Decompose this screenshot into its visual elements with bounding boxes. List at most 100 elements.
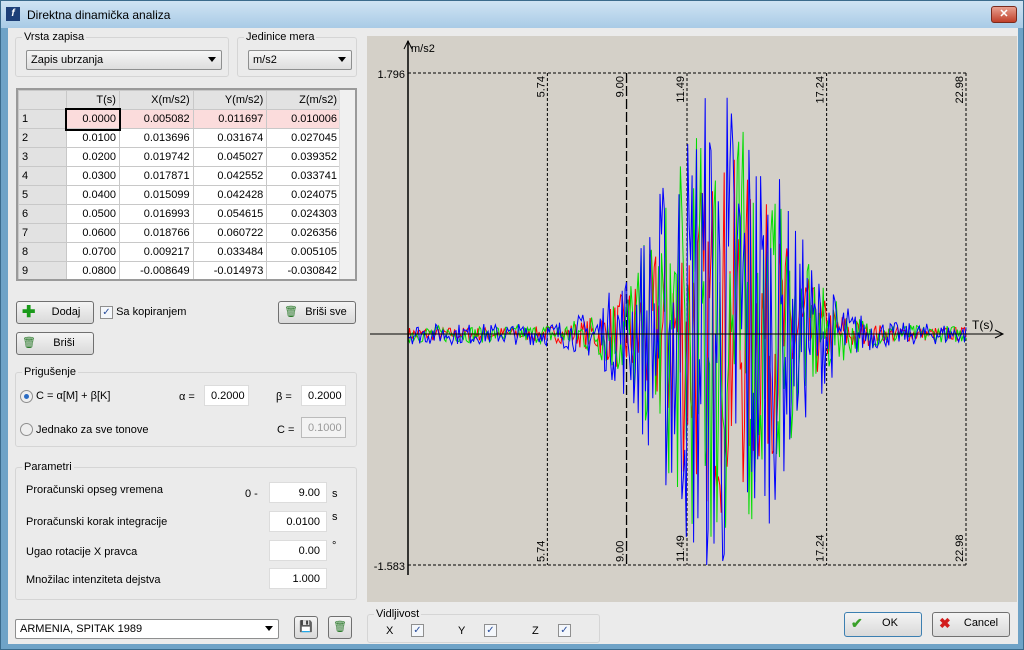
table-cell[interactable]: 0.005082	[118, 109, 194, 129]
table-cell[interactable]: 0.039352	[266, 147, 341, 167]
table-cell[interactable]: 0.033741	[266, 166, 341, 186]
alpha-input[interactable]: 0.2000	[204, 385, 249, 406]
time-range-prefix: 0 -	[245, 488, 258, 500]
rotation-label: Ugao rotacije X pravca	[26, 546, 138, 558]
save-button[interactable]: 💾	[294, 616, 318, 639]
table-row[interactable]: 8 0.0700 0.009217 0.033484 0.005105	[18, 242, 341, 262]
row-header[interactable]: 5	[18, 185, 67, 205]
row-header[interactable]: 9	[18, 261, 67, 279]
beta-input[interactable]: 0.2000	[301, 385, 346, 406]
copy-checkbox[interactable]: ✓ Sa kopiranjem	[100, 306, 186, 319]
row-header[interactable]: 4	[18, 166, 67, 186]
table-cell[interactable]: 0.005105	[266, 242, 341, 262]
table-cell[interactable]: 0.019742	[118, 147, 194, 167]
table-cell[interactable]: 0.010006	[266, 109, 341, 129]
time-marker-label-top: 22.98	[954, 76, 966, 104]
table-row[interactable]: 3 0.0200 0.019742 0.045027 0.039352	[18, 147, 341, 167]
table-cell[interactable]: 0.042428	[192, 185, 268, 205]
column-header[interactable]: X(m/s2)	[118, 90, 194, 110]
y-visible-checkbox[interactable]: ✓	[484, 624, 497, 637]
table-cell[interactable]: -0.030842	[266, 261, 341, 279]
row-header[interactable]: 1	[18, 109, 67, 129]
x-label: X	[386, 625, 394, 637]
table-cell[interactable]: 0.015099	[118, 185, 194, 205]
table-cell[interactable]: 0.024303	[266, 204, 341, 224]
time-range-input[interactable]: 9.00	[269, 482, 327, 503]
table-cell[interactable]: 0.027045	[266, 128, 341, 148]
time-marker-label-bottom: 11.49	[675, 535, 687, 562]
delete-all-button[interactable]: 🗑 Briši sve	[278, 301, 356, 324]
table-cell[interactable]: 0.017871	[118, 166, 194, 186]
dialog-window: f Direktna dinamička analiza ✕ Vrsta zap…	[0, 0, 1024, 650]
table-cell[interactable]: 0.0600	[66, 223, 120, 243]
ok-button[interactable]: ✔ OK	[844, 612, 922, 637]
time-marker-label-top: 5.74	[535, 76, 547, 97]
rotation-input[interactable]: 0.00	[269, 540, 327, 561]
table-cell[interactable]: 0.026356	[266, 223, 341, 243]
units-select[interactable]: m/s2	[248, 50, 352, 70]
rayleigh-radio[interactable]	[20, 390, 33, 403]
table-cell[interactable]: 0.0100	[66, 128, 120, 148]
delete-button[interactable]: 🗑 Briši	[16, 332, 94, 355]
table-row[interactable]: 9 0.0800 -0.008649 -0.014973 -0.030842	[18, 261, 341, 279]
table-cell[interactable]: 0.0300	[66, 166, 120, 186]
column-header[interactable]: Z(m/s2)	[266, 90, 341, 110]
table-cell[interactable]: 0.011697	[192, 109, 268, 129]
row-header[interactable]: 7	[18, 223, 67, 243]
chevron-down-icon	[338, 57, 346, 62]
column-header[interactable]: T(s)	[66, 90, 120, 110]
table-cell[interactable]: -0.014973	[192, 261, 268, 279]
table-cell[interactable]: 0.033484	[192, 242, 268, 262]
delete-record-button[interactable]: 🗑	[328, 616, 352, 639]
row-header[interactable]: 2	[18, 128, 67, 148]
table-row[interactable]: 5 0.0400 0.015099 0.042428 0.024075	[18, 185, 341, 205]
add-button[interactable]: ✚ Dodaj	[16, 301, 94, 324]
uniform-radio[interactable]	[20, 423, 33, 436]
table-cell[interactable]: 0.018766	[118, 223, 194, 243]
table-scrollbar[interactable]	[339, 90, 355, 279]
close-button[interactable]: ✕	[991, 6, 1017, 23]
table-cell[interactable]: 0.0500	[66, 204, 120, 224]
time-marker-label-top: 9.00	[615, 76, 627, 97]
column-header[interactable]: Y(m/s2)	[192, 90, 268, 110]
table-cell[interactable]: 0.045027	[192, 147, 268, 167]
table-cell[interactable]: 0.0700	[66, 242, 120, 262]
record-type-select[interactable]: Zapis ubrzanja	[26, 50, 222, 70]
z-visible-checkbox[interactable]: ✓	[558, 624, 571, 637]
table-cell[interactable]: 0.009217	[118, 242, 194, 262]
table-row[interactable]: 2 0.0100 0.013696 0.031674 0.027045	[18, 128, 341, 148]
table-row[interactable]: 7 0.0600 0.018766 0.060722 0.026356	[18, 223, 341, 243]
x-icon: ✖	[939, 615, 951, 631]
table-cell[interactable]: 0.031674	[192, 128, 268, 148]
table-cell[interactable]: 0.0400	[66, 185, 120, 205]
record-select[interactable]: ARMENIA, SPITAK 1989	[15, 619, 279, 639]
column-header[interactable]	[18, 90, 67, 110]
row-header[interactable]: 3	[18, 147, 67, 167]
chart-area: 1.796 -1.583 5.74 5.74 9.00 9.00 11.49 11.49 17.…	[367, 36, 1017, 602]
table-cell[interactable]: 0.060722	[192, 223, 268, 243]
rayleigh-label: C = α[M] + β[K]	[36, 390, 111, 402]
step-input[interactable]: 0.0100	[269, 511, 327, 532]
table-cell[interactable]: 0.024075	[266, 185, 341, 205]
units-group: Jedinice mera m/s2	[237, 31, 357, 77]
table-row[interactable]: 1 0.0000 0.005082 0.011697 0.010006	[18, 107, 341, 131]
table-row[interactable]: 6 0.0500 0.016993 0.054615 0.024303	[18, 204, 341, 224]
y-min-label: -1.583	[374, 561, 405, 573]
cancel-button[interactable]: ✖ Cancel	[932, 612, 1010, 637]
table-row[interactable]: 4 0.0300 0.017871 0.042552 0.033741	[18, 166, 341, 186]
row-header[interactable]: 6	[18, 204, 67, 224]
x-visible-checkbox[interactable]: ✓	[411, 624, 424, 637]
time-marker-label-top: 11.49	[675, 76, 687, 103]
table-cell[interactable]: 0.013696	[118, 128, 194, 148]
table-cell[interactable]: 0.042552	[192, 166, 268, 186]
table-cell[interactable]: 0.0200	[66, 147, 120, 167]
row-header[interactable]: 8	[18, 242, 67, 262]
data-table[interactable]: T(s) X(m/s2) Y(m/s2) Z(m/s2) 1 0.0000 0.00508…	[16, 88, 357, 281]
table-cell[interactable]: -0.008649	[118, 261, 194, 279]
table-cell[interactable]: 0.016993	[118, 204, 194, 224]
intensity-input[interactable]: 1.000	[269, 568, 327, 589]
table-cell[interactable]: 0.0000	[64, 107, 122, 131]
table-cell[interactable]: 0.054615	[192, 204, 268, 224]
time-marker-label-bottom: 5.74	[535, 541, 547, 562]
table-cell[interactable]: 0.0800	[66, 261, 120, 279]
